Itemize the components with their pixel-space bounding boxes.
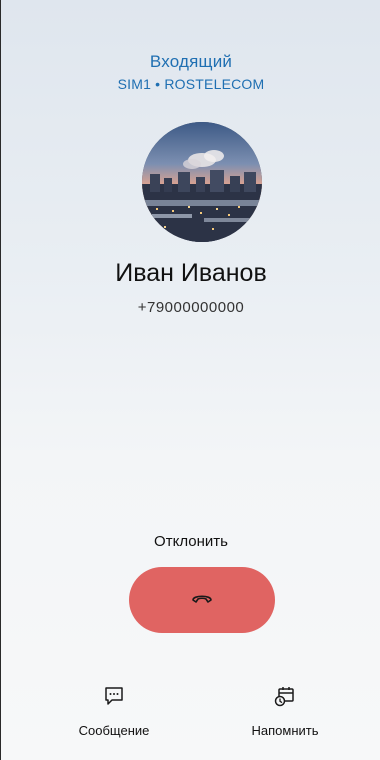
call-status: Входящий (149, 52, 233, 71)
message-label: Сообщение (78, 723, 150, 738)
remind-action[interactable]: Напомнить (220, 683, 350, 738)
city-sunset-photo (142, 122, 262, 242)
contact-name: Иван Иванов (115, 259, 267, 287)
decline-button[interactable] (129, 567, 275, 633)
contact-avatar (142, 122, 262, 242)
message-icon (101, 683, 127, 709)
message-action[interactable]: Сообщение (49, 683, 179, 738)
reminder-icon (272, 683, 298, 709)
sim-info: SIM1 • ROSTELECOM (117, 76, 265, 92)
decline-label: Отклонить (154, 533, 228, 550)
remind-label: Напомнить (251, 723, 319, 738)
contact-number: +79000000000 (137, 299, 245, 316)
incoming-call-screen: Входящий SIM1 • ROSTELECOM Иван Иванов +… (0, 0, 380, 760)
end-call-icon (191, 591, 213, 609)
